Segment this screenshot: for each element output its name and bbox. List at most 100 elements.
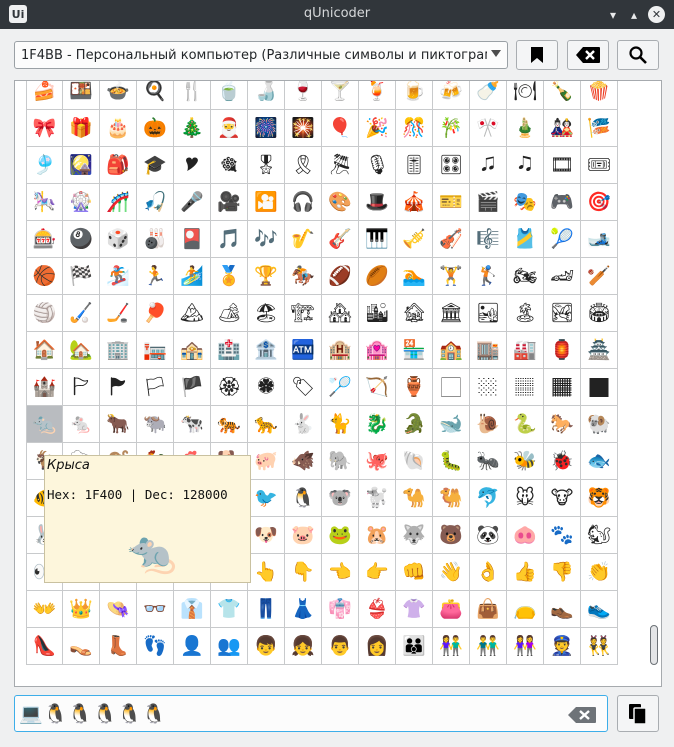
symbol-cell[interactable]: 🏥	[211, 332, 248, 369]
symbol-cell[interactable]: 🏺	[396, 369, 433, 406]
symbol-cell[interactable]: 🏘	[322, 295, 359, 332]
symbol-cell[interactable]: 🐁	[63, 406, 100, 443]
symbol-cell[interactable]: 👑	[63, 591, 100, 628]
symbol-cell[interactable]: 🎩	[359, 184, 396, 221]
symbol-cell[interactable]: 🐶	[248, 517, 285, 554]
symbol-cell[interactable]: 🏙	[359, 295, 396, 332]
symbol-cell[interactable]: 🎞	[544, 147, 581, 184]
symbol-cell[interactable]: 🏉	[359, 258, 396, 295]
symbol-cell[interactable]: 🎉	[359, 110, 396, 147]
symbol-cell[interactable]: 🏌	[470, 258, 507, 295]
symbol-cell[interactable]: 🎍	[507, 110, 544, 147]
symbol-cell[interactable]: 👕	[211, 591, 248, 628]
symbol-cell[interactable]: 🐎	[544, 406, 581, 443]
symbol-cell[interactable]: 🎼	[470, 221, 507, 258]
symbol-cell[interactable]: 👫	[433, 628, 470, 665]
vertical-scrollbar[interactable]	[649, 83, 659, 683]
symbol-cell[interactable]: 🎣	[137, 184, 174, 221]
symbol-cell[interactable]: 🐙	[359, 443, 396, 480]
symbol-cell[interactable]: 🐨	[322, 480, 359, 517]
symbol-cell[interactable]: 🏂	[100, 258, 137, 295]
symbol-cell[interactable]: 👍	[507, 554, 544, 591]
symbol-cell[interactable]: 🎽	[507, 221, 544, 258]
symbol-cell[interactable]: 🏼	[470, 369, 507, 406]
symbol-cell[interactable]: 🎲	[100, 221, 137, 258]
symbol-cell[interactable]: 🏰	[26, 369, 63, 406]
symbol-cell[interactable]: 👣	[137, 628, 174, 665]
symbol-cell[interactable]: 🎖	[248, 147, 285, 184]
symbol-cell[interactable]: 🐍	[507, 406, 544, 443]
symbol-cell[interactable]: 🏛	[433, 295, 470, 332]
symbol-cell[interactable]: 🏯	[581, 332, 618, 369]
symbol-cell[interactable]: 🐇	[285, 406, 322, 443]
symbol-cell[interactable]: 🎨	[322, 184, 359, 221]
symbol-cell[interactable]: 🎡	[63, 184, 100, 221]
symbol-cell[interactable]: 🐮	[544, 480, 581, 517]
symbol-cell[interactable]: 🎮	[544, 184, 581, 221]
symbol-cell[interactable]: 🏧	[285, 332, 322, 369]
symbol-cell[interactable]: 🍾	[544, 81, 581, 110]
symbol-cell[interactable]: 🎕	[211, 147, 248, 184]
symbol-cell[interactable]: 🐞	[544, 443, 581, 480]
symbol-cell[interactable]: 🎚	[396, 147, 433, 184]
symbol-cell[interactable]: 🏢	[100, 332, 137, 369]
symbol-cell[interactable]: 🏻	[433, 369, 470, 406]
symbol-cell[interactable]: 👩	[359, 628, 396, 665]
symbol-cell[interactable]: 👒	[100, 591, 137, 628]
symbol-cell[interactable]: 👙	[359, 591, 396, 628]
symbol-cell[interactable]: 🎢	[100, 184, 137, 221]
symbol-cell[interactable]: 🎀	[26, 110, 63, 147]
symbol-cell[interactable]: 🎵	[211, 221, 248, 258]
symbol-cell[interactable]: 🎑	[63, 147, 100, 184]
symbol-cell[interactable]: 🏹	[359, 369, 396, 406]
symbol-cell[interactable]: 🏄	[174, 258, 211, 295]
symbol-cell[interactable]: 👟	[581, 591, 618, 628]
symbol-cell[interactable]: 🍺	[396, 81, 433, 110]
symbol-cell[interactable]: 👝	[507, 591, 544, 628]
symbol-cell[interactable]: 👎	[544, 554, 581, 591]
symbol-cell[interactable]: 🎤	[174, 184, 211, 221]
symbol-cell[interactable]: 🐹	[359, 517, 396, 554]
symbol-cell[interactable]: 🎪	[396, 184, 433, 221]
symbol-cell[interactable]: 🏅	[211, 258, 248, 295]
symbol-cell[interactable]: 🏖	[248, 295, 285, 332]
symbol-cell[interactable]: 🎓	[137, 147, 174, 184]
symbol-cell[interactable]: 🍴	[174, 81, 211, 110]
clear-input-icon[interactable]	[567, 706, 597, 724]
symbol-cell[interactable]: 👏	[581, 554, 618, 591]
symbol-cell[interactable]: 🎰	[26, 221, 63, 258]
minimize-icon[interactable]: ▾	[605, 7, 621, 23]
symbol-cell[interactable]: 🎔	[174, 147, 211, 184]
symbol-cell[interactable]: 🍿	[581, 81, 618, 110]
symbol-cell[interactable]: 🎾	[544, 221, 581, 258]
symbol-cell[interactable]: 🐀	[26, 406, 63, 443]
symbol-cell[interactable]: 🍲	[100, 81, 137, 110]
symbol-cell[interactable]: 🏞	[544, 295, 581, 332]
symbol-cell[interactable]: 👚	[396, 591, 433, 628]
search-button[interactable]	[617, 40, 659, 70]
symbol-cell[interactable]: 🏁	[63, 258, 100, 295]
symbol-cell[interactable]: 👭	[507, 628, 544, 665]
symbol-cell[interactable]: 👨	[322, 628, 359, 665]
symbol-cell[interactable]: 🍼	[470, 81, 507, 110]
symbol-cell[interactable]: 🏋	[433, 258, 470, 295]
symbol-cell[interactable]: 🏒	[100, 295, 137, 332]
symbol-cell[interactable]: 🍰	[26, 81, 63, 110]
symbol-cell[interactable]: 🐫	[433, 480, 470, 517]
symbol-cell[interactable]: 🐂	[100, 406, 137, 443]
symbol-cell[interactable]: 🎗	[285, 147, 322, 184]
symbol-cell[interactable]: 👆	[248, 554, 285, 591]
symbol-cell[interactable]: 🐈	[322, 406, 359, 443]
symbol-cell[interactable]: 🐽	[507, 517, 544, 554]
symbol-cell[interactable]: 👧	[285, 628, 322, 665]
symbol-cell[interactable]: 🎙	[359, 147, 396, 184]
symbol-cell[interactable]: 🏑	[63, 295, 100, 332]
symbol-cell[interactable]: 🏨	[322, 332, 359, 369]
symbol-cell[interactable]: 🏍	[507, 258, 544, 295]
symbol-cell[interactable]: 🐊	[396, 406, 433, 443]
symbol-cell[interactable]: 🎠	[26, 184, 63, 221]
symbol-cell[interactable]: 👠	[26, 628, 63, 665]
symbol-cell[interactable]: 🏸	[322, 369, 359, 406]
symbol-cell[interactable]: 🐄	[174, 406, 211, 443]
symbol-cell[interactable]: 👐	[26, 591, 63, 628]
